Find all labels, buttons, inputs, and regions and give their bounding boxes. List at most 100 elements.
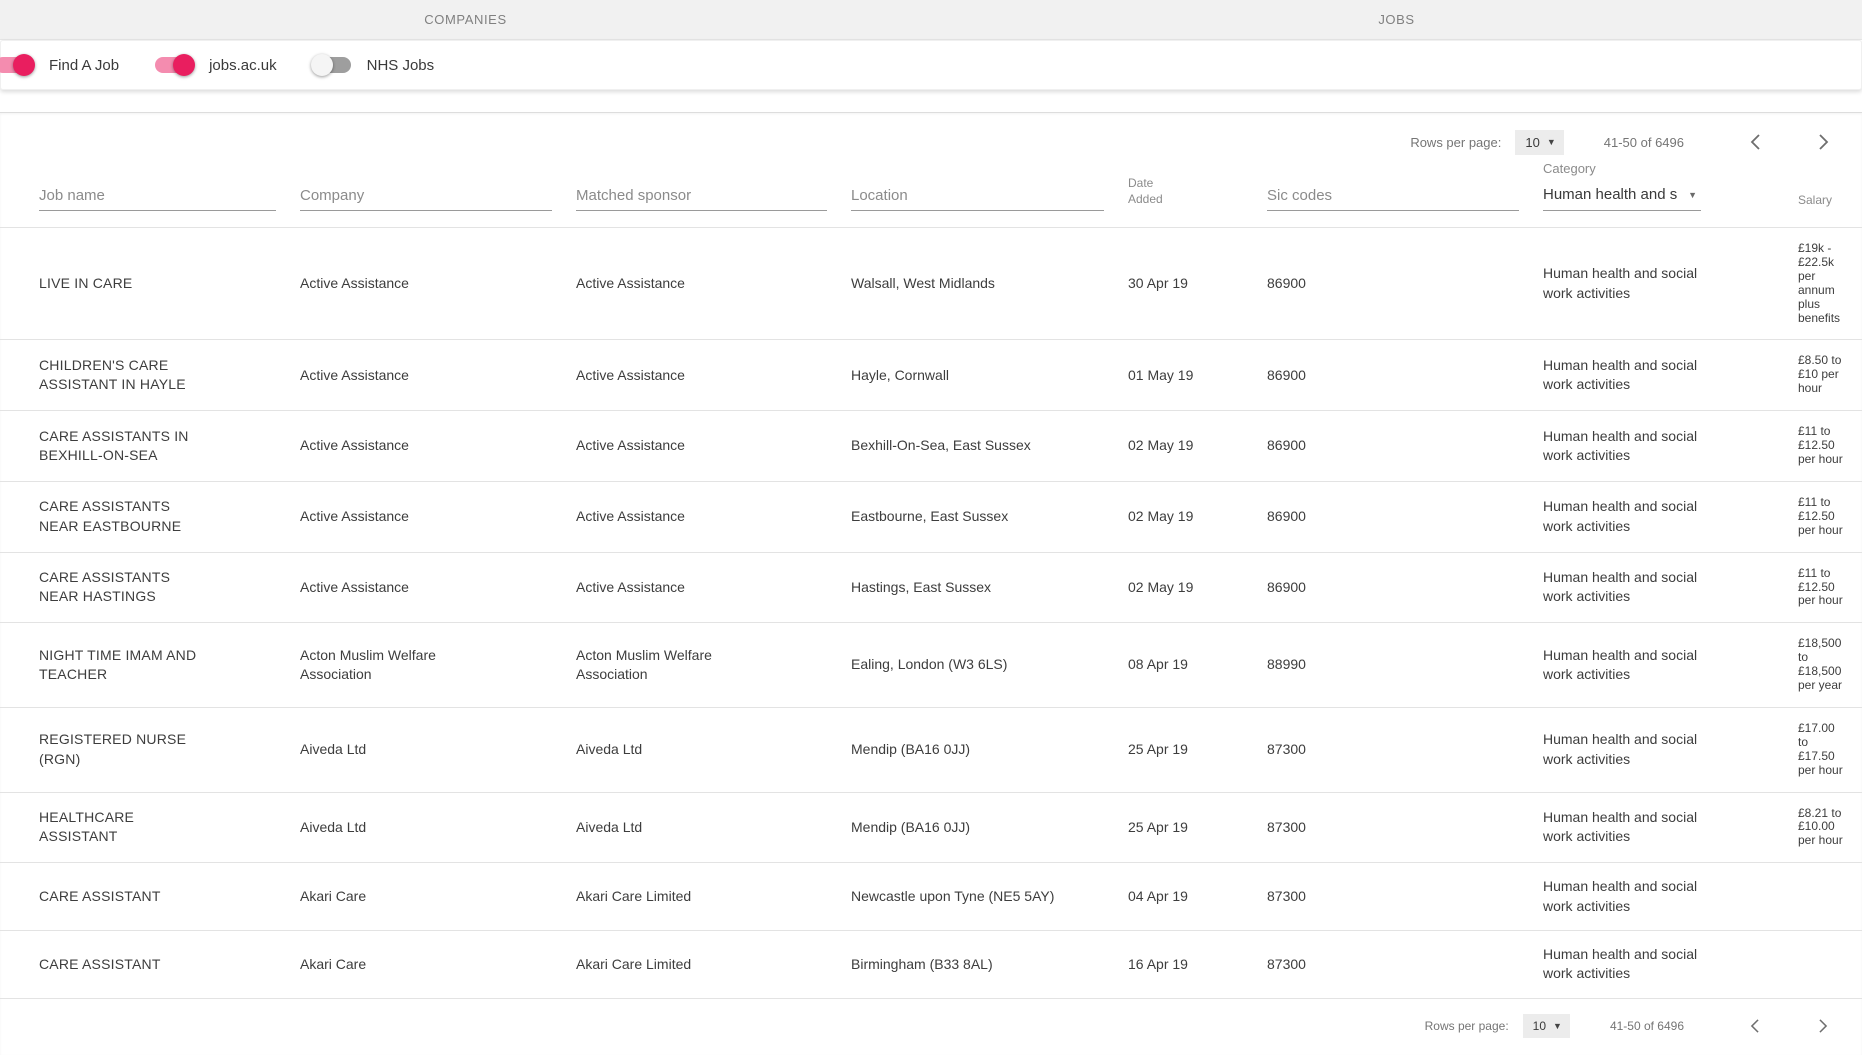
cell-sic-codes: 86900: [1267, 481, 1543, 552]
cell-company: Aiveda Ltd: [300, 792, 576, 863]
cell-salary: [1798, 930, 1862, 998]
cell-company: Akari Care: [300, 863, 576, 931]
toggle-item-find-a-job: Find A Job: [1, 54, 119, 76]
cell-category: Human health and social work activities: [1543, 340, 1798, 411]
table-row[interactable]: CARE ASSISTANTS NEAR EASTBOURNE Active A…: [0, 481, 1862, 552]
cell-matched-sponsor: Active Assistance: [576, 481, 851, 552]
jobs-table-card: Rows per page: 10 ▼ 41-50 of 6496 Date A…: [0, 112, 1862, 1055]
table-row[interactable]: CARE ASSISTANTS NEAR HASTINGS Active Ass…: [0, 552, 1862, 623]
job-name-filter-input[interactable]: [39, 183, 276, 211]
rows-per-page-select[interactable]: 10 ▼: [1523, 1014, 1570, 1038]
cell-salary: £18,500 to £18,500 per year: [1798, 623, 1862, 708]
rows-per-page-label: Rows per page:: [1410, 135, 1501, 150]
cell-date-added: 04 Apr 19: [1128, 863, 1267, 931]
cell-date-added: 01 May 19: [1128, 340, 1267, 411]
toggle-label: jobs.ac.uk: [209, 57, 277, 74]
cell-date-added: 08 Apr 19: [1128, 623, 1267, 708]
toggle-knob: [13, 54, 35, 76]
cell-sic-codes: 87300: [1267, 707, 1543, 792]
pagination-range-label: 41-50 of 6496: [1610, 1019, 1684, 1033]
tab-jobs[interactable]: JOBS: [931, 0, 1862, 39]
find-a-job-toggle[interactable]: [0, 54, 35, 76]
cell-job-name: CARE ASSISTANTS IN BEXHILL-ON-SEA: [0, 411, 300, 482]
rows-per-page-select[interactable]: 10 ▼: [1515, 130, 1563, 155]
cell-salary: [1798, 863, 1862, 931]
table-row[interactable]: CARE ASSISTANT Akari Care Akari Care Lim…: [0, 863, 1862, 931]
cell-company: Acton Muslim Welfare Association: [300, 623, 576, 708]
jobs-table: Date Added Category Human health and s ▼…: [0, 161, 1862, 999]
cell-company: Active Assistance: [300, 411, 576, 482]
table-row[interactable]: NIGHT TIME IMAM AND TEACHER Acton Muslim…: [0, 623, 1862, 708]
category-select[interactable]: Human health and s ▼: [1543, 184, 1701, 211]
table-row[interactable]: REGISTERED NURSE (RGN) Aiveda Ltd Aiveda…: [0, 707, 1862, 792]
cell-salary: £17.00 to £17.50 per hour: [1798, 707, 1862, 792]
cell-salary: £8.50 to £10 per hour: [1798, 340, 1862, 411]
table-row[interactable]: CARE ASSISTANT Akari Care Akari Care Lim…: [0, 930, 1862, 998]
pagination-bottom: Rows per page: 10 ▼ 41-50 of 6496: [0, 999, 1862, 1055]
company-filter-input[interactable]: [300, 183, 552, 211]
cell-job-name: CHILDREN'S CARE ASSISTANT IN HAYLE: [0, 340, 300, 411]
cell-salary: £11 to £12.50 per hour: [1798, 552, 1862, 623]
cell-sic-codes: 88990: [1267, 623, 1543, 708]
cell-matched-sponsor: Active Assistance: [576, 228, 851, 340]
table-row[interactable]: CARE ASSISTANTS IN BEXHILL-ON-SEA Active…: [0, 411, 1862, 482]
table-row[interactable]: LIVE IN CARE Active Assistance Active As…: [0, 228, 1862, 340]
next-page-button[interactable]: [1810, 129, 1836, 155]
next-page-button[interactable]: [1810, 1013, 1836, 1039]
cell-sic-codes: 87300: [1267, 792, 1543, 863]
cell-job-name: LIVE IN CARE: [0, 228, 300, 340]
category-selected-value: Human health and s: [1543, 186, 1677, 203]
cell-location: Hastings, East Sussex: [851, 552, 1128, 623]
cell-category: Human health and social work activities: [1543, 411, 1798, 482]
cell-category: Human health and social work activities: [1543, 623, 1798, 708]
salary-header: Salary: [1798, 193, 1838, 211]
toggle-knob: [311, 54, 333, 76]
cell-category: Human health and social work activities: [1543, 228, 1798, 340]
cell-matched-sponsor: Akari Care Limited: [576, 863, 851, 931]
cell-sic-codes: 86900: [1267, 411, 1543, 482]
jobs-ac-uk-toggle[interactable]: [153, 54, 195, 76]
location-filter-input[interactable]: [851, 183, 1104, 211]
chevron-left-icon: [1750, 134, 1761, 150]
caret-down-icon: ▼: [1553, 1021, 1562, 1031]
cell-date-added: 25 Apr 19: [1128, 792, 1267, 863]
tab-companies[interactable]: COMPANIES: [0, 0, 931, 39]
previous-page-button[interactable]: [1742, 129, 1768, 155]
cell-sic-codes: 87300: [1267, 930, 1543, 998]
cell-salary: £8.21 to £10.00 per hour: [1798, 792, 1862, 863]
table-row[interactable]: CHILDREN'S CARE ASSISTANT IN HAYLE Activ…: [0, 340, 1862, 411]
rows-per-page-value: 10: [1525, 135, 1539, 150]
cell-location: Mendip (BA16 0JJ): [851, 792, 1128, 863]
previous-page-button[interactable]: [1742, 1013, 1768, 1039]
cell-matched-sponsor: Active Assistance: [576, 340, 851, 411]
date-added-header: Date Added: [1128, 175, 1172, 211]
caret-down-icon: ▼: [1688, 190, 1697, 200]
cell-job-name: REGISTERED NURSE (RGN): [0, 707, 300, 792]
nhs-jobs-toggle[interactable]: [311, 54, 353, 76]
cell-location: Birmingham (B33 8AL): [851, 930, 1128, 998]
cell-company: Active Assistance: [300, 481, 576, 552]
cell-date-added: 02 May 19: [1128, 481, 1267, 552]
cell-company: Active Assistance: [300, 228, 576, 340]
cell-job-name: NIGHT TIME IMAM AND TEACHER: [0, 623, 300, 708]
jobs-table-body: LIVE IN CARE Active Assistance Active As…: [0, 228, 1862, 999]
cell-location: Bexhill-On-Sea, East Sussex: [851, 411, 1128, 482]
cell-company: Active Assistance: [300, 552, 576, 623]
rows-per-page-value: 10: [1533, 1019, 1546, 1033]
cell-sic-codes: 86900: [1267, 228, 1543, 340]
cell-matched-sponsor: Active Assistance: [576, 411, 851, 482]
cell-company: Active Assistance: [300, 340, 576, 411]
cell-company: Aiveda Ltd: [300, 707, 576, 792]
toggle-label: NHS Jobs: [367, 57, 435, 74]
cell-date-added: 02 May 19: [1128, 552, 1267, 623]
cell-sic-codes: 87300: [1267, 863, 1543, 931]
matched-sponsor-filter-input[interactable]: [576, 183, 827, 211]
cell-category: Human health and social work activities: [1543, 930, 1798, 998]
sic-codes-filter-input[interactable]: [1267, 183, 1519, 211]
table-row[interactable]: HEALTHCARE ASSISTANT Aiveda Ltd Aiveda L…: [0, 792, 1862, 863]
category-header-label: Category: [1543, 161, 1774, 176]
job-source-filter-card: Find A Job jobs.ac.uk NHS Jobs: [0, 40, 1862, 90]
toggle-item-jobs-ac-uk: jobs.ac.uk: [145, 54, 277, 76]
cell-location: Ealing, London (W3 6LS): [851, 623, 1128, 708]
cell-location: Mendip (BA16 0JJ): [851, 707, 1128, 792]
